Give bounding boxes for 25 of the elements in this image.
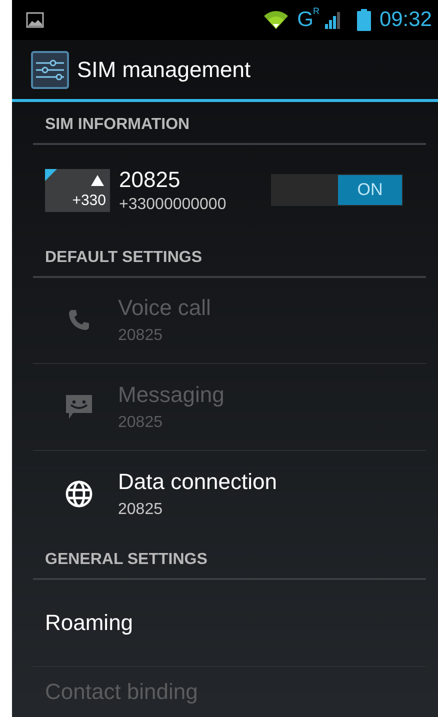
chat-bubble-icon xyxy=(65,394,93,420)
corner-triangle-icon xyxy=(45,168,57,181)
sliders-icon xyxy=(31,50,69,89)
app-title: SIM management xyxy=(77,56,251,83)
image-notification-icon xyxy=(26,12,44,28)
phone-number: +33000000000 xyxy=(119,196,228,214)
sim-name: 20825 xyxy=(119,166,182,193)
sim-toggle-switch[interactable]: ON xyxy=(271,174,403,206)
battery-icon xyxy=(357,8,372,31)
setting-title[interactable]: Roaming xyxy=(45,610,134,636)
section-header: GENERAL SETTINGS xyxy=(45,550,208,568)
clock-text: 09:32 xyxy=(379,8,432,32)
network-type-text: G$^{R}$ xyxy=(297,8,318,32)
wifi-icon xyxy=(263,10,290,30)
setting-value: 20825 xyxy=(118,500,164,519)
signal-icon xyxy=(325,10,342,29)
sim-card-badge: +330 xyxy=(45,168,110,212)
signal-triangle-icon xyxy=(91,174,104,186)
section-header: SIM INFORMATION xyxy=(45,116,190,134)
setting-title[interactable]: Data connection xyxy=(118,468,277,495)
setting-value: 20825 xyxy=(118,327,164,346)
phone-icon xyxy=(67,308,91,332)
section-header: DEFAULT SETTINGS xyxy=(45,248,202,266)
globe-icon xyxy=(65,480,93,508)
setting-value: 20825 xyxy=(118,414,164,432)
